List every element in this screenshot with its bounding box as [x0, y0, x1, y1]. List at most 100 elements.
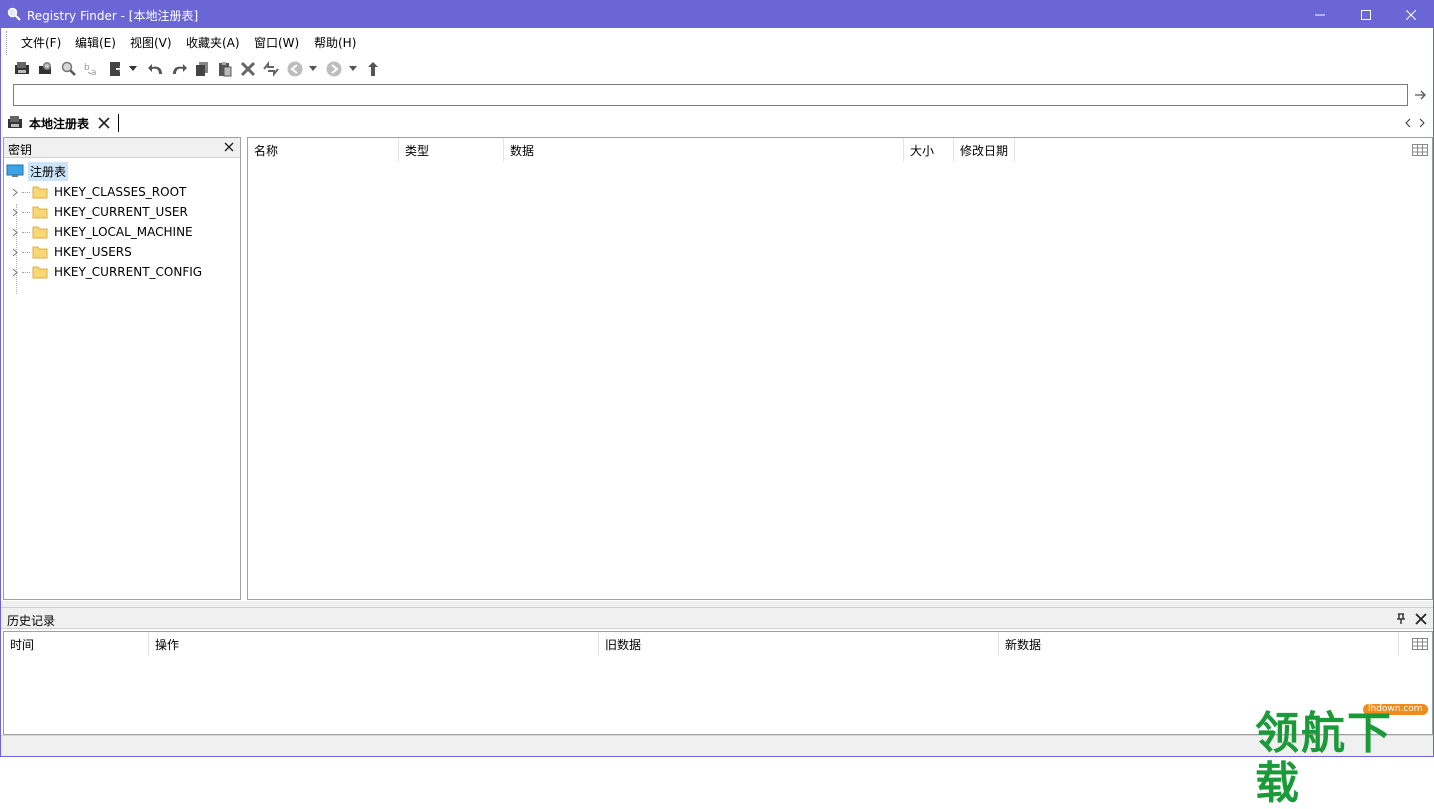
column-header-data[interactable]: 数据 — [504, 138, 904, 162]
copy-icon[interactable] — [192, 59, 212, 79]
column-header-name[interactable]: 名称 — [248, 138, 399, 162]
magnifier-app-icon — [7, 7, 21, 21]
folder-icon — [32, 206, 48, 219]
maximize-button[interactable] — [1343, 1, 1389, 28]
tree-connector — [22, 191, 30, 193]
tab-scroll-right-button[interactable] — [1417, 117, 1427, 129]
back-dropdown-icon[interactable] — [307, 59, 319, 79]
title-bar[interactable]: Registry Finder - [本地注册表] — [1, 1, 1433, 28]
tab-local-registry[interactable]: 本地注册表 — [7, 112, 111, 134]
tree-connector — [22, 211, 30, 213]
tree-connector — [22, 251, 30, 253]
column-header-time[interactable]: 时间 — [4, 632, 149, 656]
tab-close-button[interactable] — [97, 116, 111, 130]
tree-node-label: HKEY_CLASSES_ROOT — [54, 185, 187, 199]
key-pane-close-button[interactable] — [223, 141, 235, 153]
menu-edit[interactable]: 编辑(E) — [73, 34, 118, 51]
menu-window[interactable]: 窗口(W) — [252, 34, 301, 51]
history-list: 时间 操作 旧数据 新数据 — [3, 631, 1433, 735]
svg-text:a: a — [91, 68, 97, 77]
menu-view[interactable]: 视图(V) — [128, 34, 174, 51]
export-icon[interactable] — [107, 59, 127, 79]
delete-icon[interactable] — [238, 59, 258, 79]
chevron-right-icon — [1419, 118, 1425, 128]
tree-node-hklm[interactable]: HKEY_LOCAL_MACHINE — [10, 222, 193, 242]
chevron-right-icon[interactable] — [10, 227, 20, 237]
folder-icon — [32, 226, 48, 239]
menu-file[interactable]: 文件(F) — [19, 34, 63, 51]
minimize-icon — [1315, 14, 1325, 15]
menu-favorites[interactable]: 收藏夹(A) — [184, 34, 242, 51]
column-header-type[interactable]: 类型 — [399, 138, 504, 162]
chevron-right-icon[interactable] — [10, 247, 20, 257]
local-registry-icon — [8, 116, 22, 128]
tree-node-hkcu[interactable]: HKEY_CURRENT_USER — [10, 202, 188, 222]
close-icon[interactable] — [1415, 613, 1427, 625]
window-title: Registry Finder - [本地注册表] — [27, 9, 199, 23]
status-bar — [1, 735, 1433, 756]
address-input[interactable] — [13, 84, 1408, 106]
forward-dropdown-icon[interactable] — [347, 59, 359, 79]
tab-scroll-left-button[interactable] — [1403, 117, 1413, 129]
toolbar: ba — [1, 55, 1433, 83]
column-header-old-data[interactable]: 旧数据 — [599, 632, 999, 656]
tree-node-label: HKEY_LOCAL_MACHINE — [54, 225, 193, 239]
arrow-right-icon — [1415, 90, 1426, 100]
column-header-size[interactable]: 大小 — [904, 138, 954, 162]
column-header-operation[interactable]: 操作 — [149, 632, 599, 656]
tab-drop-marker — [118, 114, 119, 132]
computer-icon — [6, 164, 24, 177]
up-level-icon[interactable] — [363, 59, 383, 79]
tree-node-label: HKEY_CURRENT_CONFIG — [54, 265, 203, 279]
tree-root-registry[interactable]: 注册表 — [6, 161, 69, 181]
replace-icon[interactable]: ba — [82, 59, 102, 79]
tree-connector — [22, 231, 30, 233]
history-pane-header: 历史记录 — [1, 607, 1433, 629]
folder-icon — [32, 266, 48, 279]
local-registry-icon[interactable] — [13, 59, 33, 79]
column-header-new-data[interactable]: 新数据 — [999, 632, 1399, 656]
address-bar — [1, 83, 1433, 109]
watermark-text: 领航下载 — [1255, 708, 1393, 809]
chevron-right-icon[interactable] — [10, 207, 20, 217]
forward-icon[interactable] — [324, 59, 344, 79]
key-pane-header: 密钥 — [4, 138, 240, 158]
tree-node-hkcr[interactable]: HKEY_CLASSES_ROOT — [10, 182, 186, 202]
tree-node-label: HKEY_CURRENT_USER — [54, 205, 188, 219]
tree-node-label: HKEY_USERS — [54, 245, 132, 259]
chevron-left-icon — [1405, 118, 1411, 128]
chevron-right-icon[interactable] — [10, 267, 20, 277]
back-icon[interactable] — [285, 59, 305, 79]
key-pane-title: 密钥 — [8, 143, 33, 157]
paste-icon[interactable] — [215, 59, 235, 79]
go-button[interactable] — [1413, 87, 1429, 103]
app-window: Registry Finder - [本地注册表] 文件(F) 编辑(E) 视图… — [0, 0, 1434, 809]
dropdown-arrow-icon[interactable] — [127, 59, 139, 79]
column-header-modified[interactable]: 修改日期 — [954, 138, 1015, 162]
undo-icon[interactable] — [146, 59, 166, 79]
value-list-pane: 名称 类型 数据 大小 修改日期 — [247, 137, 1433, 600]
pin-icon[interactable] — [1396, 613, 1406, 625]
refresh-icon[interactable] — [261, 59, 281, 79]
minimize-button[interactable] — [1297, 1, 1343, 28]
close-icon — [1406, 9, 1416, 20]
watermark-logo: lhdown.com 领航下载 — [1251, 701, 1434, 809]
tree-node-hku[interactable]: HKEY_USERS — [10, 242, 132, 262]
menu-bar: 文件(F) 编辑(E) 视图(V) 收藏夹(A) 窗口(W) 帮助(H) — [1, 28, 1433, 109]
history-pane-title: 历史记录 — [7, 614, 56, 628]
column-chooser-icon[interactable] — [1412, 144, 1428, 156]
folder-icon — [32, 186, 48, 199]
folder-icon — [32, 246, 48, 259]
tree-root-label: 注册表 — [28, 161, 69, 181]
tab-label: 本地注册表 — [29, 116, 90, 131]
redo-icon[interactable] — [169, 59, 189, 79]
menu-help[interactable]: 帮助(H) — [312, 34, 358, 51]
chevron-right-icon[interactable] — [10, 187, 20, 197]
find-icon[interactable] — [59, 59, 79, 79]
close-window-button[interactable] — [1388, 1, 1434, 28]
svg-text:b: b — [84, 63, 90, 73]
column-chooser-icon[interactable] — [1412, 638, 1428, 650]
tree-node-hkcc[interactable]: HKEY_CURRENT_CONFIG — [10, 262, 202, 282]
remote-registry-icon[interactable] — [36, 59, 56, 79]
close-icon — [98, 117, 110, 129]
